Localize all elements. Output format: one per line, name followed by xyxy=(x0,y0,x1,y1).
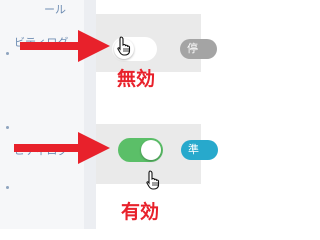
status-badge: 準 xyxy=(181,140,218,160)
arrow-right-icon xyxy=(20,30,110,62)
sidebar-item-label[interactable]: ール xyxy=(44,4,66,16)
toggle-switch-on[interactable] xyxy=(118,138,163,162)
status-badge: 停 xyxy=(180,39,217,59)
hand-pointer-icon xyxy=(146,170,160,190)
hand-pointer-icon xyxy=(117,36,131,56)
sidebar-bullet xyxy=(6,126,9,129)
sidebar-bullet xyxy=(6,52,9,55)
status-label-enabled: 有効 xyxy=(121,201,160,223)
sidebar-bullet xyxy=(6,186,9,189)
arrow-right-icon xyxy=(14,132,110,164)
status-label-disabled: 無効 xyxy=(117,68,156,90)
toggle-knob xyxy=(141,140,161,160)
